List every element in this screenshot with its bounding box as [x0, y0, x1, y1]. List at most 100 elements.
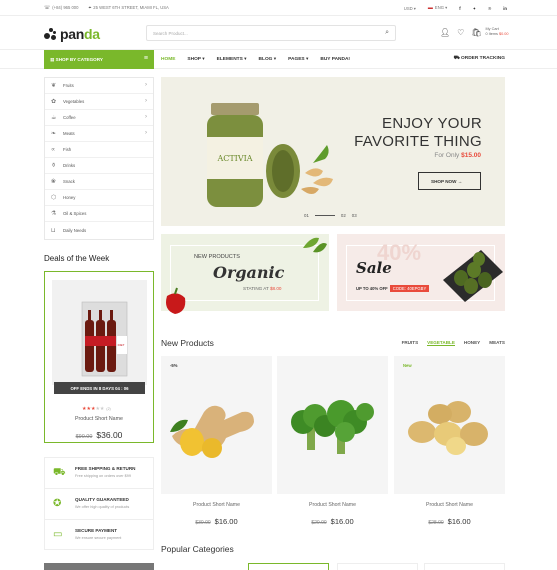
- product-name[interactable]: Product Short Name: [394, 502, 505, 508]
- pepper-image: [166, 287, 186, 314]
- oil-bottle-icon: ⚗: [51, 211, 57, 217]
- hero-subtitle: For Only $15.00: [434, 152, 481, 159]
- sidebar-item-fruits[interactable]: ❦ Fruits ›: [45, 78, 153, 94]
- twitter-icon[interactable]: ✦: [473, 6, 477, 11]
- location-icon: ⌖: [88, 5, 92, 11]
- address-info: ⌖ 25 WEST 6TH STREET, MIAMI FL, USA: [88, 5, 169, 11]
- account-icon[interactable]: 👤︎: [440, 28, 450, 37]
- feature-payment: ▭ SECURE PAYMENT We ensure secure paymen…: [53, 528, 122, 540]
- product-price: $30.00 $16.00: [195, 517, 238, 526]
- deal-card[interactable]: DIET OFF ENDS IN 8 DAYS 04 : 06 ★★★★★ (2)…: [44, 271, 154, 443]
- shop-now-button[interactable]: SHOP NOW →: [418, 172, 481, 190]
- tab-vegetable[interactable]: VEGETABLE: [427, 340, 455, 346]
- rating-stars: ★★★★★ (2): [82, 406, 111, 412]
- sidebar-item-vegetables[interactable]: ✿ Vegetables ›: [45, 94, 153, 110]
- nav-buy-panda[interactable]: BUY PANDA!: [320, 57, 350, 62]
- product-tabs: FRUITS VEGETABLE HONEY MEATS: [402, 340, 505, 346]
- meat-icon: ❧: [51, 131, 57, 137]
- fruit-icon: ❦: [51, 83, 57, 89]
- search-input[interactable]: Search Product... ⌕: [146, 25, 396, 41]
- product-price: $28.00 $16.00: [428, 517, 471, 526]
- sidebar-item-drinks[interactable]: ⚱ Drinks: [45, 158, 153, 174]
- fish-icon: ∝: [51, 147, 56, 153]
- order-tracking-link[interactable]: ⛟ ORDER TRACKING: [454, 56, 505, 62]
- deal-price: $90.00 $36.00: [75, 430, 123, 440]
- sidebar-item-daily-needs[interactable]: ⊔ Daily Needs: [45, 222, 153, 238]
- broccoli-image: [291, 400, 374, 454]
- snack-icon: ❀: [51, 179, 57, 185]
- sidebar-item-snack[interactable]: ❀ Snack: [45, 174, 153, 190]
- top-bar: ☏ (+84) 965 000 ⌖ 25 WEST 6TH STREET, MIAM…: [0, 0, 557, 16]
- product-card[interactable]: New: [394, 356, 505, 494]
- nav-pages[interactable]: PAGES ▾: [288, 57, 308, 62]
- slide-2-dot[interactable]: 02: [341, 213, 346, 218]
- sale-banner[interactable]: 40% Sale UP TO 40% OFF CODE: 40EPGBY: [337, 234, 505, 311]
- ginger-image: [170, 405, 254, 458]
- tab-fruits[interactable]: FRUITS: [402, 340, 419, 346]
- service-features: ⛟ FREE SHIPPING & RETURN Free shipping o…: [44, 457, 154, 550]
- discount-badge: -5%: [170, 363, 178, 368]
- chevron-right-icon: ›: [145, 82, 147, 88]
- organic-banner[interactable]: NEW PRODUCTS Organic STATING AT $8.00: [161, 234, 329, 314]
- cart-icon[interactable]: 🛍︎: [471, 28, 481, 37]
- linkedin-icon[interactable]: in: [503, 6, 507, 11]
- language-select[interactable]: ▬ ENG ▾: [428, 5, 447, 11]
- sidebar-item-fish[interactable]: ∝ Fish: [45, 142, 153, 158]
- herb-leaves-image: [303, 237, 327, 253]
- tab-honey[interactable]: HONEY: [464, 340, 480, 346]
- sidebar-item-oil-spices[interactable]: ⚗ Oil & Spices: [45, 206, 153, 222]
- slide-3-dot[interactable]: 03: [352, 213, 357, 218]
- tab-meats[interactable]: MEATS: [489, 340, 505, 346]
- popular-category-card[interactable]: [337, 563, 418, 570]
- hero-title: ENJOY YOUR FAVORITE THING: [354, 115, 482, 150]
- sidebar-item-honey[interactable]: ⬡ Honey: [45, 190, 153, 206]
- nav-home[interactable]: HOME: [161, 57, 175, 62]
- quality-badge-icon: ✪: [53, 498, 62, 509]
- sidebar-item-meats[interactable]: ❧ Meats ›: [45, 126, 153, 142]
- sidebar-banner-image[interactable]: [44, 563, 154, 570]
- wishlist-heart-icon[interactable]: ♡: [457, 28, 464, 37]
- shop-by-category-button[interactable]: ▦ SHOP BY CATEGORY ≡: [44, 50, 154, 69]
- honey-icon: ⬡: [51, 195, 57, 201]
- phone-info: ☏ (+84) 965 000: [44, 5, 79, 11]
- popular-category-card[interactable]: [248, 563, 329, 570]
- product-card[interactable]: [277, 356, 388, 494]
- svg-text:DIET: DIET: [118, 343, 125, 347]
- nav-blog[interactable]: BLOG ▾: [259, 57, 277, 62]
- deal-product-image[interactable]: DIET: [52, 280, 147, 385]
- facebook-icon[interactable]: f: [459, 6, 460, 11]
- deal-countdown: OFF ENDS IN 8 DAYS 04 : 06: [54, 382, 145, 394]
- logo[interactable]: panda: [44, 26, 100, 42]
- chevron-right-icon: ›: [145, 130, 147, 136]
- product-name[interactable]: Product Short Name: [161, 502, 272, 508]
- lid-and-nuts-image: [266, 144, 333, 198]
- logo-mark-icon: [44, 28, 58, 40]
- feature-quality: ✪ QUALITY GUARANTEED We offer high quali…: [45, 489, 153, 520]
- nav-elements[interactable]: ELEMENTS ▾: [217, 57, 247, 62]
- arrow-right-icon: →: [457, 179, 463, 184]
- slide-1-dot[interactable]: 01: [304, 213, 309, 218]
- product-name[interactable]: Product Short Name: [277, 502, 388, 508]
- new-badge: New: [403, 363, 412, 368]
- drink-icon: ⚱: [51, 163, 57, 169]
- header: panda Search Product... ⌕ 👤︎ ♡ 🛍︎ My Car…: [0, 17, 557, 50]
- popular-category-card[interactable]: [424, 563, 505, 570]
- sidebar-item-coffee[interactable]: ☕︎ Coffee ›: [45, 110, 153, 126]
- avocado-plate-image: [443, 250, 503, 302]
- currency-select[interactable]: USD ▾: [404, 6, 416, 11]
- flag-icon: ▬: [427, 5, 433, 11]
- coffee-icon: ☕︎: [51, 115, 57, 121]
- search-icon[interactable]: ⌕: [385, 29, 389, 37]
- slide-progress-line: [314, 215, 335, 216]
- credit-card-icon: ▭: [53, 529, 63, 540]
- cart-summary[interactable]: My Cart 0 Items $0.00: [485, 27, 508, 37]
- deal-product-name[interactable]: Product Short Name: [45, 416, 153, 422]
- logo-text: panda: [60, 26, 100, 42]
- nav-shop[interactable]: SHOP ▾: [187, 57, 204, 62]
- cola-bottles-image: DIET: [81, 301, 128, 377]
- vegetable-icon: ✿: [51, 99, 57, 105]
- product-card[interactable]: -5%: [161, 356, 272, 494]
- pinterest-icon[interactable]: ℗: [488, 6, 491, 11]
- menu-icon: ≡: [143, 55, 148, 62]
- truck-icon: ⛟: [453, 56, 460, 61]
